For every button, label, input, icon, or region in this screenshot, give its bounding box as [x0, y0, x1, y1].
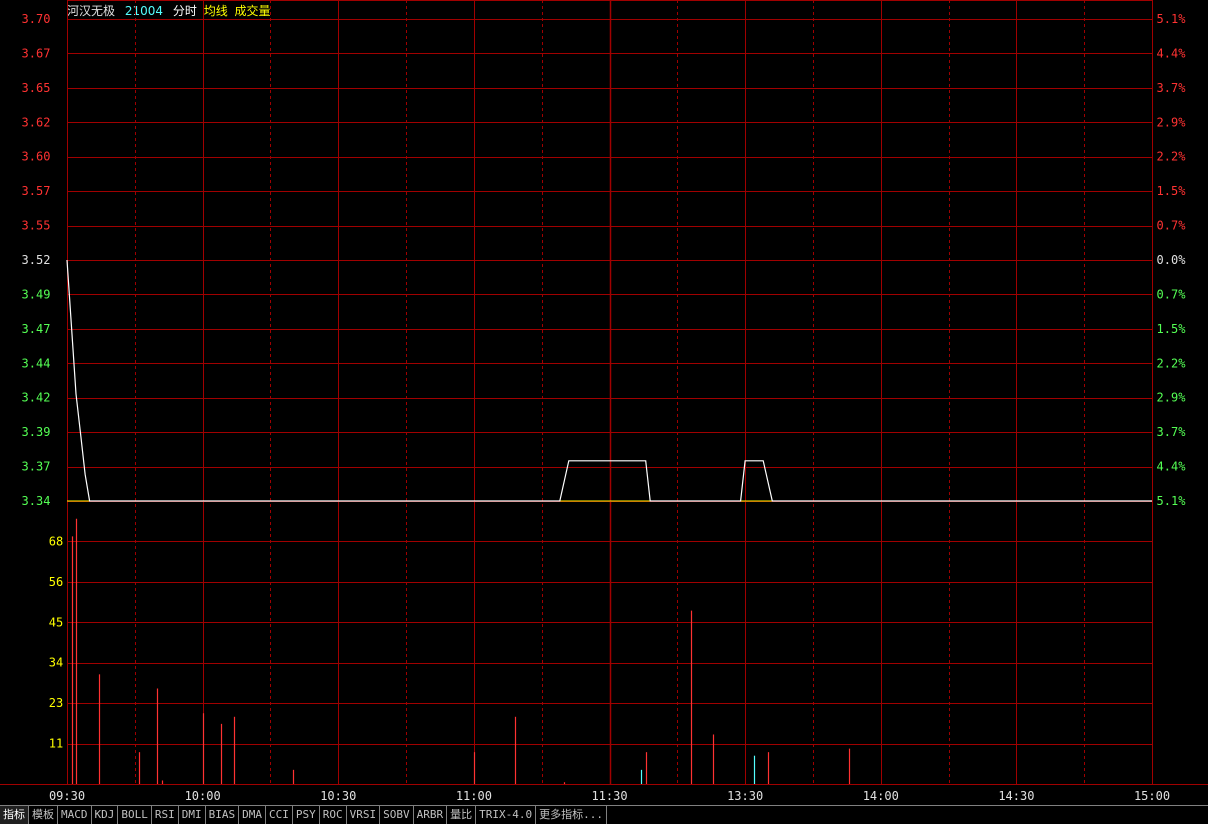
pct-tick-label: 4.4%: [1157, 460, 1187, 474]
tab-rsi[interactable]: RSI: [152, 806, 179, 824]
price-tick-label: 3.57: [22, 184, 51, 198]
time-tick-label: 11:30: [591, 789, 627, 803]
time-tick-label: 14:00: [863, 789, 899, 803]
price-tick-label: 3.42: [22, 391, 51, 405]
volume-tick-label: 11: [49, 737, 63, 751]
tab-sobv[interactable]: SOBV: [380, 806, 414, 824]
pct-tick-label: 1.5%: [1157, 184, 1187, 198]
price-tick-label: 3.55: [22, 219, 51, 233]
time-tick-label: 13:30: [727, 789, 763, 803]
tab-kdj[interactable]: KDJ: [92, 806, 119, 824]
pct-tick-label: 1.5%: [1157, 322, 1187, 336]
time-tick-label: 10:00: [185, 789, 221, 803]
tab-psy[interactable]: PSY: [293, 806, 320, 824]
volume-tick-label: 34: [49, 656, 63, 670]
tab-macd[interactable]: MACD: [58, 806, 92, 824]
time-tick-label: 14:30: [998, 789, 1034, 803]
pct-tick-label: 3.7%: [1157, 81, 1187, 95]
pct-tick-label: 4.4%: [1157, 46, 1187, 60]
intraday-chart[interactable]: 3.70 3.67 3.65 3.62 3.60 3.57 3.55 3.52 3.49 3.47…: [0, 0, 1208, 805]
tab-roc[interactable]: ROC: [320, 806, 347, 824]
price-tick-label: 3.67: [22, 46, 51, 60]
pct-tick-label: 0.0%: [1157, 253, 1187, 267]
pct-tick-label: 5.1%: [1157, 494, 1187, 508]
price-tick-label: 3.39: [22, 425, 51, 439]
tab-zh-17[interactable]: 更多指标...: [536, 806, 607, 824]
price-tick-label: 3.47: [22, 322, 51, 336]
tab-vrsi[interactable]: VRSI: [347, 806, 381, 824]
volume-tick-label: 23: [49, 696, 63, 710]
price-tick-label: 3.37: [22, 460, 51, 474]
pct-tick-label: 2.9%: [1157, 391, 1187, 405]
tab-bias[interactable]: BIAS: [206, 806, 240, 824]
pct-tick-label: 2.2%: [1157, 150, 1187, 164]
tab-zh-1[interactable]: 模板: [29, 806, 58, 824]
price-tick-label: 3.34: [22, 494, 51, 508]
pct-tick-label: 0.7%: [1157, 287, 1187, 301]
price-tick-label: 3.60: [22, 150, 51, 164]
price-tick-label: 3.62: [22, 115, 51, 129]
pct-tick-label: 5.1%: [1157, 12, 1187, 26]
price-tick-label: 3.44: [22, 356, 51, 370]
tab-dmi[interactable]: DMI: [179, 806, 206, 824]
price-tick-label: 3.70: [22, 12, 51, 26]
tab-arbr[interactable]: ARBR: [414, 806, 448, 824]
pct-tick-label: 2.9%: [1157, 115, 1187, 129]
tab-cci[interactable]: CCI: [266, 806, 293, 824]
price-tick-label: 3.49: [22, 287, 51, 301]
volume-tick-label: 56: [49, 575, 63, 589]
tab-dma[interactable]: DMA: [239, 806, 266, 824]
tab-boll[interactable]: BOLL: [118, 806, 152, 824]
pct-tick-label: 0.7%: [1157, 219, 1187, 233]
price-tick-label: 3.65: [22, 81, 51, 95]
tab-trix-4-0[interactable]: TRIX-4.0: [476, 806, 537, 824]
pct-tick-label: 3.7%: [1157, 425, 1187, 439]
time-tick-label: 10:30: [320, 789, 356, 803]
time-tick-label: 15:00: [1134, 789, 1170, 803]
tab-zh-15[interactable]: 量比: [447, 806, 477, 824]
indicator-tab-bar: 指标 模板 MACD KDJ BOLL RSI DMI BIAS DMA CCI PSY ROC VRS…: [0, 805, 1208, 824]
price-tick-label: 3.52: [22, 253, 51, 267]
volume-tick-label: 68: [49, 534, 63, 548]
tab-zh-0[interactable]: 指标: [0, 806, 29, 824]
pct-tick-label: 2.2%: [1157, 356, 1187, 370]
price-line: [66, 259, 1152, 502]
volume-tick-label: 45: [49, 615, 63, 629]
time-tick-label: 11:00: [456, 789, 492, 803]
time-tick-label: 09:30: [49, 789, 85, 803]
